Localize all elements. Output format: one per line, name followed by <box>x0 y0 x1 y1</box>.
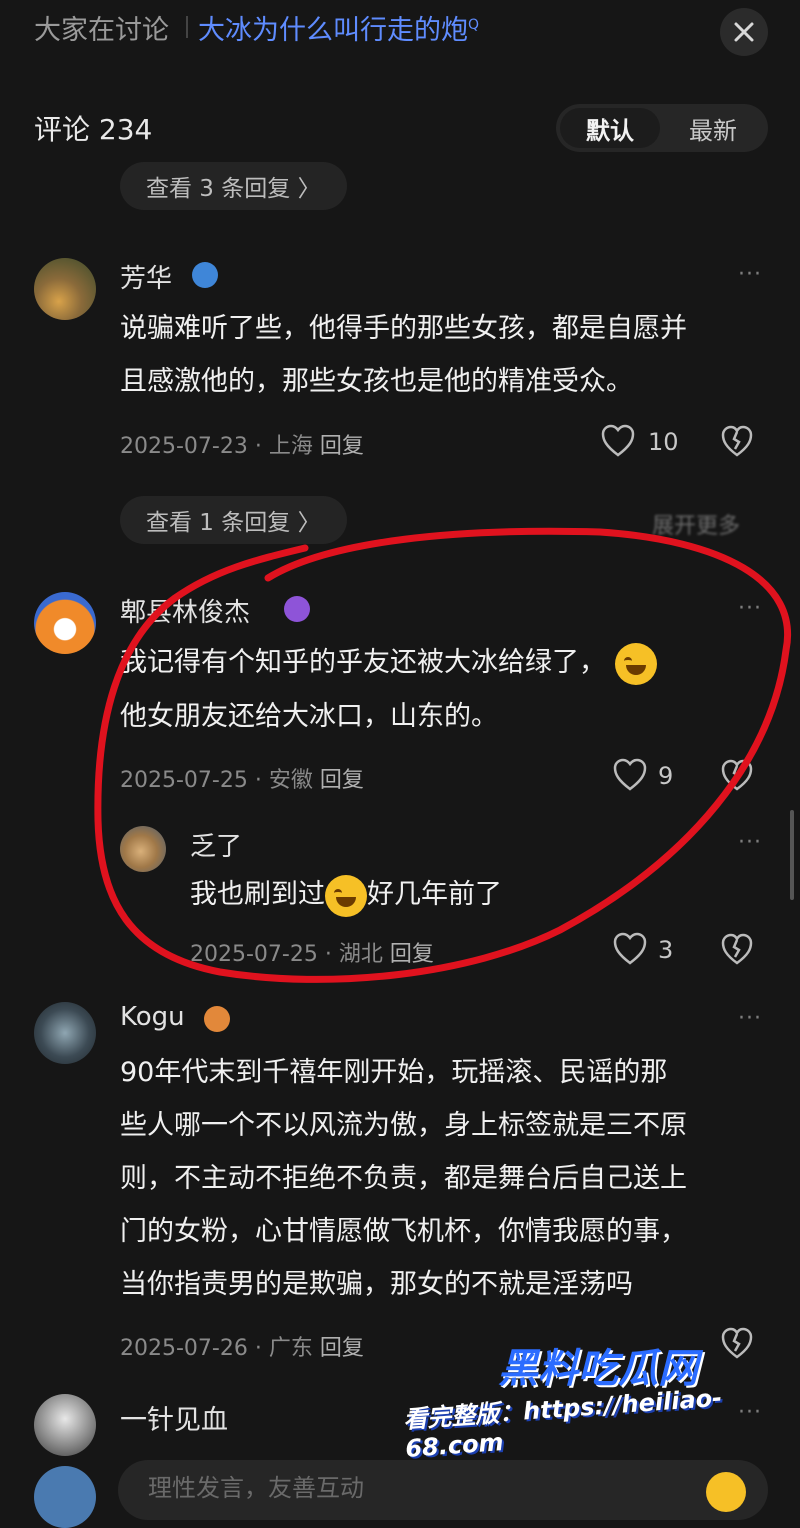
comment-username[interactable]: Kogu <box>120 1002 185 1032</box>
meta-separator: · <box>254 768 262 793</box>
more-options-icon[interactable]: ··· <box>738 1006 762 1031</box>
meta-separator: · <box>254 1336 262 1361</box>
heart-icon[interactable] <box>612 758 648 792</box>
topic-link[interactable]: 大冰为什么叫行走的炮Q <box>198 8 479 47</box>
heart-icon[interactable] <box>612 932 648 966</box>
comment-text-line: 我记得有个知乎的乎友还被大冰给绿了， <box>120 636 657 689</box>
comment-meta: 2025-07-26 · 广东 回复 <box>120 1330 364 1362</box>
comment-text-line: 些人哪一个不以风流为傲，身上标签就是三不原 <box>120 1110 687 1141</box>
my-avatar[interactable] <box>34 1466 96 1528</box>
dislike-icon[interactable] <box>720 932 754 966</box>
comment-text-line: 且感激他的，那些女孩也是他的精准受众。 <box>120 366 633 397</box>
level-badge-icon <box>284 596 310 622</box>
like-count: 3 <box>658 936 674 964</box>
close-button[interactable] <box>720 8 768 56</box>
avatar[interactable] <box>34 258 96 320</box>
reply-text: 我也刷到过 好几年前了 <box>190 868 502 921</box>
comment-username[interactable]: 郫县林俊杰 <box>120 592 250 629</box>
like-count: 9 <box>658 762 674 790</box>
comments-count-title: 评论 234 <box>34 113 153 146</box>
comment-date: 2025-07-25 <box>120 768 248 793</box>
scrollbar[interactable] <box>790 810 794 900</box>
dislike-icon[interactable] <box>720 424 754 458</box>
avatar[interactable] <box>34 1394 96 1456</box>
like-count: 10 <box>648 428 679 456</box>
comment-text-line: 90年代末到千禧年刚开始，玩摇滚、民谣的那 <box>120 1057 668 1088</box>
reply-username[interactable]: 乏了 <box>190 826 242 863</box>
laughing-emoji-icon <box>614 642 657 685</box>
comment-meta: 2025-07-25 · 安徽 回复 <box>120 762 364 794</box>
comment-text-line: 当你指责男的是欺骗，那女的不就是淫荡吗 <box>120 1269 633 1300</box>
level-badge-icon <box>204 1006 230 1032</box>
level-badge-icon <box>192 262 218 288</box>
heart-icon[interactable] <box>600 424 636 458</box>
comment-date: 2025-07-23 <box>120 434 248 459</box>
reply-button[interactable]: 回复 <box>320 1336 364 1361</box>
close-icon <box>734 22 754 42</box>
reply-button[interactable]: 回复 <box>320 768 364 793</box>
comment-text-line: 门的女粉，心甘情愿做飞机杯，你情我愿的事， <box>120 1216 687 1247</box>
comment-location: 上海 <box>268 434 313 459</box>
watermark-url: 看完整版：https://heiliao-68.com <box>402 1383 723 1463</box>
reply-button[interactable]: 回复 <box>320 434 364 459</box>
emoji-picker-icon[interactable] <box>706 1472 746 1512</box>
comment-date: 2025-07-25 <box>190 942 318 967</box>
section-label: 大家在讨论 <box>34 15 169 46</box>
reply-button[interactable]: 回复 <box>390 942 434 967</box>
collapsed-text[interactable]: 展开更多 <box>652 508 740 540</box>
sort-default-tab[interactable]: 默认 <box>560 108 660 148</box>
comment-meta: 2025-07-23 · 上海 回复 <box>120 428 364 460</box>
avatar[interactable] <box>120 826 166 872</box>
more-options-icon[interactable]: ··· <box>738 830 762 855</box>
meta-separator: · <box>254 434 262 459</box>
more-options-icon[interactable]: ··· <box>738 262 762 287</box>
avatar[interactable] <box>34 1002 96 1064</box>
header-divider <box>186 16 188 38</box>
comment-location: 广东 <box>268 1336 313 1361</box>
comment-username[interactable]: 芳华 <box>120 258 172 295</box>
comment-location: 湖北 <box>338 942 383 967</box>
more-options-icon[interactable]: ··· <box>738 596 762 621</box>
view-replies-button[interactable]: 查看 1 条回复 〉 <box>120 496 347 544</box>
dislike-icon[interactable] <box>720 1326 754 1360</box>
avatar[interactable] <box>34 592 96 654</box>
comment-date: 2025-07-26 <box>120 1336 248 1361</box>
comment-location: 安徽 <box>268 768 313 793</box>
comment-text-line: 则，不主动不拒绝不负责，都是舞台后自己送上 <box>120 1163 687 1194</box>
meta-separator: · <box>324 942 332 967</box>
comment-text-line: 说骗难听了些，他得手的那些女孩，都是自愿并 <box>120 313 687 344</box>
comment-text-line: 一针见血 <box>120 1405 228 1436</box>
laughing-emoji-icon <box>325 874 367 917</box>
dislike-icon[interactable] <box>720 758 754 792</box>
sort-latest-tab[interactable]: 最新 <box>664 108 762 148</box>
view-replies-button[interactable]: 查看 3 条回复 〉 <box>120 162 347 210</box>
comment-text-line: 他女朋友还给大冰口，山东的。 <box>120 701 498 732</box>
comment-meta: 2025-07-25 · 湖北 回复 <box>190 936 434 968</box>
comment-input[interactable]: 理性发言，友善互动 <box>118 1460 768 1520</box>
search-hint-icon: Q <box>468 17 480 33</box>
